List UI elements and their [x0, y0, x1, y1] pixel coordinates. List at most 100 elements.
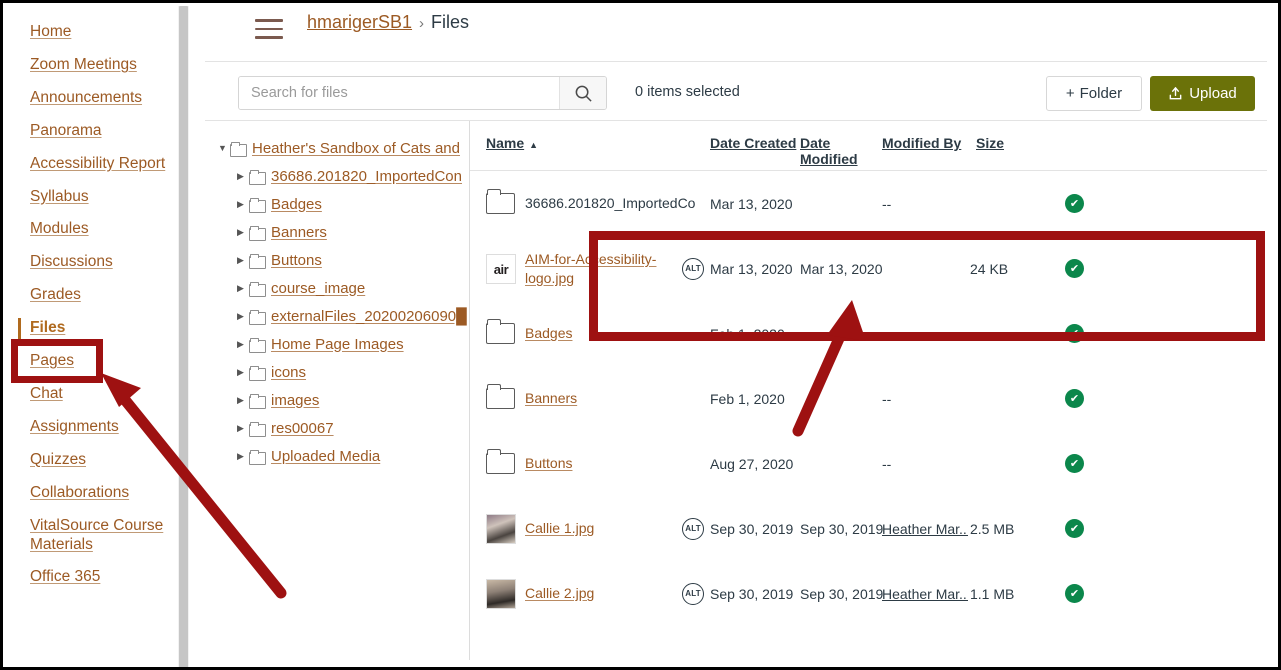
tree-item[interactable]: ▶ Badges: [205, 190, 469, 218]
sidebar-item-label: Syllabus: [30, 187, 89, 205]
folder-icon: [230, 141, 247, 157]
published-icon[interactable]: ✔: [1065, 324, 1084, 343]
caret-right-icon[interactable]: ▶: [237, 171, 249, 182]
file-name-link[interactable]: AIM-for-Accessibility-logo.jpg: [525, 250, 695, 288]
upload-button[interactable]: Upload: [1150, 76, 1255, 111]
breadcrumb-course-link[interactable]: hmarigerSB1: [307, 12, 412, 32]
published-icon[interactable]: ✔: [1065, 194, 1084, 213]
file-table-body: 36686.201820_ImportedCon Mar 13, 2020 -- ✔ a…: [470, 171, 1267, 626]
table-row[interactable]: 36686.201820_ImportedCon Mar 13, 2020 -- ✔: [470, 171, 1267, 236]
table-row[interactable]: air AIM-for-Accessibility-logo.jpg ALT Mar …: [470, 236, 1267, 301]
caret-right-icon[interactable]: ▶: [237, 311, 249, 322]
cell-modified-by: --: [882, 390, 892, 407]
column-header-name[interactable]: Name ▲: [486, 135, 538, 151]
caret-right-icon[interactable]: ▶: [237, 255, 249, 266]
add-folder-button[interactable]: + Folder: [1046, 76, 1142, 111]
sidebar-item-label: Announcements: [30, 88, 143, 106]
sidebar-item-home[interactable]: Home: [6, 16, 178, 49]
column-header-date-modified[interactable]: Date Modified: [800, 135, 858, 167]
caret-right-icon[interactable]: ▶: [237, 423, 249, 434]
cell-modified-by[interactable]: Heather Mar...: [882, 586, 968, 602]
tree-item[interactable]: ▶ 36686.201820_ImportedCon: [205, 162, 469, 190]
sidebar-item-grades[interactable]: Grades: [6, 279, 178, 312]
file-name-link[interactable]: 36686.201820_ImportedCon: [525, 194, 695, 213]
caret-right-icon[interactable]: ▶: [237, 339, 249, 350]
sidebar-scrollbar-thumb[interactable]: [179, 6, 188, 667]
sidebar-item-zoom-meetings[interactable]: Zoom Meetings: [6, 49, 178, 82]
tree-item-label: Buttons: [271, 251, 322, 269]
tree-item[interactable]: ▶ Home Page Images: [205, 330, 469, 358]
published-icon[interactable]: ✔: [1065, 584, 1084, 603]
file-name-link[interactable]: Buttons: [525, 454, 572, 473]
caret-right-icon[interactable]: ▶: [237, 395, 249, 406]
sidebar-item-pages[interactable]: Pages: [6, 345, 178, 378]
tree-item[interactable]: ▶ Banners: [205, 218, 469, 246]
sidebar-item-announcements[interactable]: Announcements: [6, 82, 178, 115]
sidebar-item-vitalsource-course-materials[interactable]: VitalSource Course Materials: [6, 510, 178, 562]
tree-item[interactable]: ▶ res00067: [205, 414, 469, 442]
tree-item[interactable]: ▶ Buttons: [205, 246, 469, 274]
sidebar-item-modules[interactable]: Modules: [6, 213, 178, 246]
alt-text-badge[interactable]: ALT: [682, 517, 704, 540]
table-row[interactable]: Banners Feb 1, 2020 -- ✔: [470, 366, 1267, 431]
folder-icon: [249, 225, 266, 241]
cell-modified-by[interactable]: Heather Mar...: [882, 521, 968, 537]
file-name-link[interactable]: Banners: [525, 389, 577, 408]
folder-icon: [249, 449, 266, 465]
thumbnail-image: [486, 513, 516, 544]
column-header-modified-by[interactable]: Modified By: [882, 135, 961, 151]
cell-date-created: Feb 1, 2020: [710, 325, 785, 342]
table-row[interactable]: Callie 1.jpg ALT Sep 30, 2019 Sep 30, 2019 H…: [470, 496, 1267, 561]
table-row[interactable]: Callie 2.jpg ALT Sep 30, 2019 Sep 30, 2019 H…: [470, 561, 1267, 626]
tree-item-label: icons: [271, 363, 307, 381]
sidebar-item-collaborations[interactable]: Collaborations: [6, 477, 178, 510]
file-table-header: Name ▲ Date Created Date Modified Modifie…: [470, 121, 1267, 171]
caret-right-icon[interactable]: ▶: [237, 227, 249, 238]
caret-right-icon[interactable]: ▶: [237, 367, 249, 378]
search-button[interactable]: [559, 77, 606, 109]
sidebar-item-panorama[interactable]: Panorama: [6, 115, 178, 148]
sidebar-item-assignments[interactable]: Assignments: [6, 411, 178, 444]
sidebar-item-discussions[interactable]: Discussions: [6, 246, 178, 279]
sidebar-scrollbar[interactable]: [178, 6, 189, 667]
alt-text-badge[interactable]: ALT: [682, 582, 704, 605]
upload-label: Upload: [1189, 85, 1237, 102]
alt-text-badge[interactable]: ALT: [682, 257, 704, 280]
file-name-link[interactable]: Callie 2.jpg: [525, 584, 594, 603]
search-input[interactable]: [239, 77, 559, 109]
tree-item[interactable]: ▶ images: [205, 386, 469, 414]
published-icon[interactable]: ✔: [1065, 389, 1084, 408]
breadcrumb-current: Files: [431, 12, 470, 32]
sidebar-item-label: Discussions: [30, 253, 113, 271]
published-icon[interactable]: ✔: [1065, 519, 1084, 538]
column-header-date-created[interactable]: Date Created: [710, 135, 796, 151]
caret-right-icon[interactable]: ▶: [237, 283, 249, 294]
tree-item[interactable]: ▶ icons: [205, 358, 469, 386]
sidebar-item-syllabus[interactable]: Syllabus: [6, 181, 178, 214]
published-icon[interactable]: ✔: [1065, 454, 1084, 473]
table-row[interactable]: Badges Feb 1, 2020 -- ✔: [470, 301, 1267, 366]
search-box: [238, 76, 607, 110]
sidebar-item-files[interactable]: Files: [6, 312, 178, 345]
tree-item[interactable]: ▶ Uploaded Media: [205, 442, 469, 470]
file-table-panel: Name ▲ Date Created Date Modified Modifie…: [470, 121, 1267, 660]
table-row[interactable]: Buttons Aug 27, 2020 -- ✔: [470, 431, 1267, 496]
file-name-link[interactable]: Callie 1.jpg: [525, 519, 594, 538]
published-icon[interactable]: ✔: [1065, 259, 1084, 278]
thumbnail-image: air: [486, 253, 516, 284]
tree-item[interactable]: ▶ course_image: [205, 274, 469, 302]
caret-right-icon[interactable]: ▶: [237, 451, 249, 462]
caret-right-icon[interactable]: ▶: [237, 199, 249, 210]
tree-item[interactable]: ▶ externalFiles_20200206090█: [205, 302, 469, 330]
sidebar-item-office-365[interactable]: Office 365: [6, 561, 178, 594]
column-header-size[interactable]: Size: [976, 135, 1004, 151]
hamburger-icon[interactable]: [255, 19, 283, 41]
cell-date-created: Sep 30, 2019: [710, 520, 794, 537]
sidebar-item-accessibility-report[interactable]: Accessibility Report: [6, 148, 178, 181]
caret-down-icon[interactable]: ▼: [218, 143, 230, 153]
tree-item[interactable]: ▼ Heather's Sandbox of Cats and: [205, 134, 469, 162]
file-name-link[interactable]: Badges: [525, 324, 572, 343]
sidebar-item-quizzes[interactable]: Quizzes: [6, 444, 178, 477]
folder-glyph: [486, 383, 515, 409]
sidebar-item-chat[interactable]: Chat: [6, 378, 178, 411]
